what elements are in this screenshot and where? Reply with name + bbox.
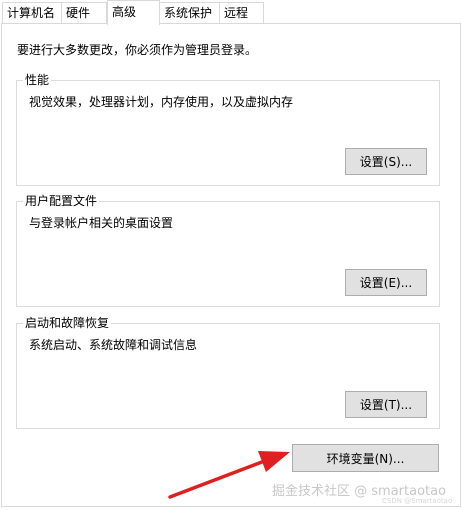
environment-variables-button[interactable]: 环境变量(N)... (292, 444, 439, 472)
tab-advanced[interactable]: 高级 (107, 0, 160, 25)
tab-computer-name[interactable]: 计算机名 (2, 2, 62, 23)
startup-recovery-group: 启动和故障恢复 系统启动、系统故障和调试信息 设置(T)... (16, 315, 440, 429)
user-profiles-settings-button[interactable]: 设置(E)... (345, 269, 427, 296)
system-properties-advanced-tab: 计算机名 硬件 高级 系统保护 远程 要进行大多数更改，你必须作为管理员登录。 … (0, 0, 463, 510)
user-profiles-group-title: 用户配置文件 (23, 193, 100, 209)
admin-notice-text: 要进行大多数更改，你必须作为管理员登录。 (17, 43, 258, 57)
tab-system-protection[interactable]: 系统保护 (159, 2, 220, 23)
startup-recovery-group-title: 启动和故障恢复 (23, 315, 112, 331)
user-profiles-description: 与登录帐户相关的桌面设置 (29, 216, 174, 230)
startup-recovery-description: 系统启动、系统故障和调试信息 (29, 338, 198, 352)
performance-group: 性能 视觉效果，处理器计划，内存使用，以及虚拟内存 设置(S)... (16, 72, 440, 186)
tab-remote[interactable]: 远程 (219, 2, 264, 23)
watermark-csdn: CSDN @Smartaotao (382, 497, 453, 505)
startup-recovery-settings-button[interactable]: 设置(T)... (345, 391, 427, 418)
tab-hardware[interactable]: 硬件 (61, 2, 107, 23)
performance-group-title: 性能 (23, 72, 52, 88)
performance-settings-button[interactable]: 设置(S)... (345, 148, 427, 175)
user-profiles-group: 用户配置文件 与登录帐户相关的桌面设置 设置(E)... (16, 193, 440, 307)
performance-description: 视觉效果，处理器计划，内存使用，以及虚拟内存 (29, 95, 294, 109)
